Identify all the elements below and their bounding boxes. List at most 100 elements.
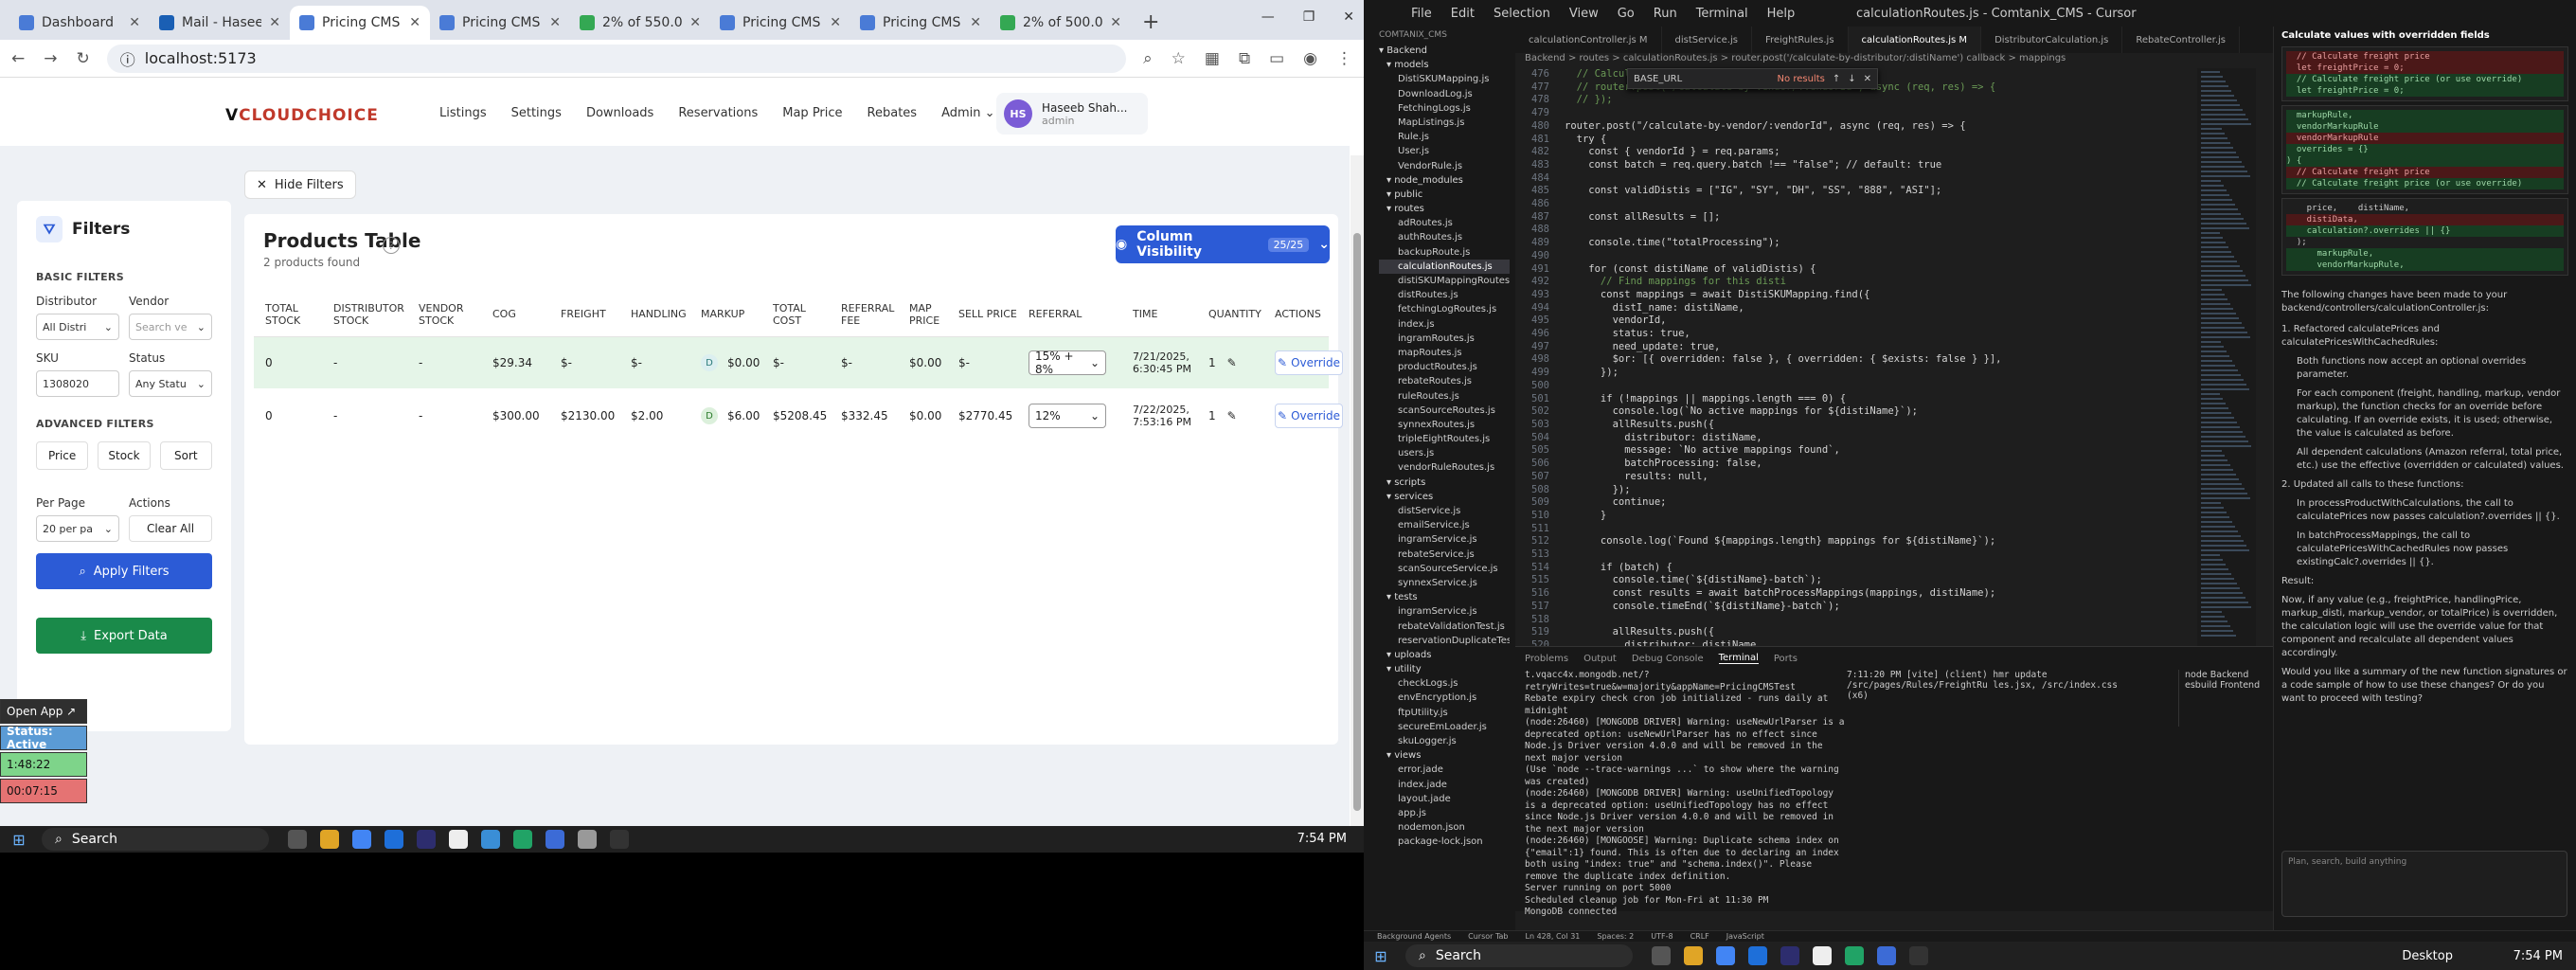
panel-tab-output[interactable]: Output	[1583, 654, 1617, 664]
browser-tab[interactable]: Pricing CMS ✕	[430, 6, 570, 40]
puzzle-icon[interactable]: ⧉	[1239, 49, 1250, 68]
file-item[interactable]: scanSourceService.js	[1379, 562, 1510, 576]
code-line[interactable]: continue;	[1565, 496, 2256, 510]
chrome-icon[interactable]	[1716, 946, 1735, 965]
edit-icon[interactable]: ✎	[1227, 409, 1237, 422]
code-line[interactable]: need_update: true,	[1565, 341, 2256, 354]
file-item[interactable]: layout.jade	[1379, 792, 1510, 806]
file-item[interactable]: app.js	[1379, 806, 1510, 820]
browser-tab[interactable]: 2% of 500.00 ✕	[991, 6, 1131, 40]
url-field[interactable]: ⓘ localhost:5173	[106, 44, 1127, 73]
file-item[interactable]: ruleRoutes.js	[1379, 389, 1510, 404]
code-line[interactable]	[1565, 548, 2256, 562]
code-line[interactable]	[1565, 614, 2256, 627]
file-item[interactable]: VendorRule.js	[1379, 159, 1510, 173]
col-total-stock[interactable]: TOTAL STOCK	[254, 302, 322, 327]
code-line[interactable]	[1565, 380, 2256, 393]
col-referral-fee[interactable]: REFERRAL FEE	[830, 302, 898, 327]
breadcrumb[interactable]: Backend > routes > calculationRoutes.js …	[1515, 53, 2273, 68]
file-item[interactable]: ftpUtility.js	[1379, 706, 1510, 720]
status-item[interactable]: Spaces: 2	[1597, 932, 1634, 941]
code-line[interactable]: vendorId,	[1565, 314, 2256, 328]
file-item[interactable]: skuLogger.js	[1379, 734, 1510, 748]
status-select[interactable]: Any Statu ⌄	[129, 370, 212, 397]
file-item[interactable]: authRoutes.js	[1379, 230, 1510, 244]
code-line[interactable]: // Find mappings for this disti	[1565, 276, 2256, 289]
close-icon[interactable]: ✕	[1110, 15, 1121, 30]
cursor-icon[interactable]	[610, 830, 629, 849]
task-view-icon[interactable]	[1652, 946, 1671, 965]
panel-tab-debug[interactable]: Debug Console	[1632, 654, 1704, 664]
col-distributor-stock[interactable]: DISTRIBUTOR STOCK	[322, 302, 407, 327]
export-data-button[interactable]: ⤓ Export Data	[36, 618, 212, 654]
file-item[interactable]: ingramService.js	[1379, 604, 1510, 619]
taskbar-clock[interactable]: 7:54 PM	[1297, 832, 1347, 846]
site-info-icon[interactable]: ⓘ	[120, 47, 135, 70]
status-item[interactable]: Background Agents	[1377, 932, 1451, 941]
app-icon[interactable]	[1780, 946, 1799, 965]
file-item[interactable]: reservationDuplicateTest.js	[1379, 634, 1510, 648]
status-item[interactable]: Cursor Tab	[1468, 932, 1508, 941]
menu-terminal[interactable]: Terminal	[1696, 7, 1748, 21]
markup-type-badge[interactable]: D	[701, 354, 718, 371]
file-item[interactable]: Rule.js	[1379, 130, 1510, 144]
col-vendor-stock[interactable]: VENDOR STOCK	[407, 302, 481, 327]
file-item[interactable]: DistiSKUMapping.js	[1379, 72, 1510, 86]
nav-settings[interactable]: Settings	[511, 106, 562, 120]
code-line[interactable]: const mappings = await DistiSKUMapping.f…	[1565, 289, 2256, 302]
folder-item[interactable]: ▾ Backend	[1379, 44, 1510, 58]
tab-dist-service[interactable]: distService.js	[1662, 27, 1752, 53]
profile-icon[interactable]: ◉	[1303, 49, 1317, 68]
code-line[interactable]: if (!mappings || mappings.length === 0) …	[1565, 393, 2256, 406]
app-icon[interactable]	[449, 830, 468, 849]
code-line[interactable]	[1565, 107, 2256, 120]
clear-all-button[interactable]: Clear All	[129, 515, 212, 542]
panel-tab-problems[interactable]: Problems	[1525, 654, 1568, 664]
override-button[interactable]: ✎ Override	[1275, 350, 1343, 375]
col-actions[interactable]: ACTIONS	[1263, 308, 1349, 320]
code-line[interactable]: allResults.push({	[1565, 419, 2256, 432]
code-line[interactable]: batchProcessing: false,	[1565, 458, 2256, 471]
terminal-output-frontend[interactable]: 7:11:20 PM [vite] (client) hmr update /s…	[1847, 670, 2131, 708]
column-visibility-button[interactable]: ◉ Column Visibility 25/25 ⌄	[1116, 225, 1330, 263]
nav-admin[interactable]: Admin ⌄	[941, 106, 994, 120]
code-line[interactable]: const batch = req.query.batch !== "false…	[1565, 159, 2256, 172]
nav-reservations[interactable]: Reservations	[678, 106, 758, 120]
diff-preview[interactable]: price, distiName, distiData, calculation…	[2281, 198, 2568, 276]
terminal-item-frontend[interactable]: esbuild Frontend	[2185, 680, 2273, 691]
file-item[interactable]: DownloadLog.js	[1379, 87, 1510, 101]
find-widget[interactable]: BASE_URL No results ↑ ↓ ✕	[1627, 68, 1878, 89]
code-line[interactable]: results: null,	[1565, 471, 2256, 484]
app-icon[interactable]	[1748, 946, 1767, 965]
status-item[interactable]: UTF-8	[1651, 932, 1673, 941]
taskbar-search[interactable]: ⌕ Search	[42, 828, 269, 851]
code-line[interactable]: distributor: distiName,	[1565, 639, 2256, 646]
code-line[interactable]	[1565, 224, 2256, 237]
minimize-icon[interactable]: —	[1261, 9, 1275, 25]
desktop-label[interactable]: Desktop	[2402, 949, 2453, 963]
hide-filters-button[interactable]: ✕ Hide Filters	[244, 171, 356, 199]
file-item[interactable]: error.jade	[1379, 763, 1510, 777]
user-menu[interactable]: HS Haseeb Shah... admin	[996, 93, 1148, 135]
file-item[interactable]: fetchingLogRoutes.js	[1379, 302, 1510, 316]
code-line[interactable]: console.log(`Found ${mappings.length} ma…	[1565, 535, 2256, 548]
col-handling[interactable]: HANDLING	[619, 308, 689, 320]
file-item[interactable]: checkLogs.js	[1379, 676, 1510, 691]
nav-listings[interactable]: Listings	[439, 106, 487, 120]
code-line[interactable]	[1565, 523, 2256, 536]
file-item[interactable]: synnexRoutes.js	[1379, 418, 1510, 432]
file-item[interactable]: nodemon.json	[1379, 820, 1510, 835]
close-window-icon[interactable]: ✕	[1343, 9, 1354, 25]
vscode-icon[interactable]	[546, 830, 564, 849]
sort-filter-button[interactable]: Sort	[159, 441, 212, 470]
code-line[interactable]: allResults.push({	[1565, 626, 2256, 639]
code-line[interactable]: const validDistis = ["IG", "SY", "DH", "…	[1565, 185, 2256, 198]
file-item[interactable]: emailService.js	[1379, 518, 1510, 532]
file-item[interactable]: scanSourceRoutes.js	[1379, 404, 1510, 418]
vendor-search-input[interactable]: Search ve ⌄	[129, 314, 212, 340]
code-line[interactable]: router.post("/calculate-by-vendor/:vendo…	[1565, 120, 2256, 134]
restore-icon[interactable]: ❐	[1303, 9, 1315, 25]
file-item[interactable]: users.js	[1379, 446, 1510, 460]
code-line[interactable]: distI_name: distiName,	[1565, 302, 2256, 315]
folder-item[interactable]: ▾ node_modules	[1379, 173, 1510, 188]
